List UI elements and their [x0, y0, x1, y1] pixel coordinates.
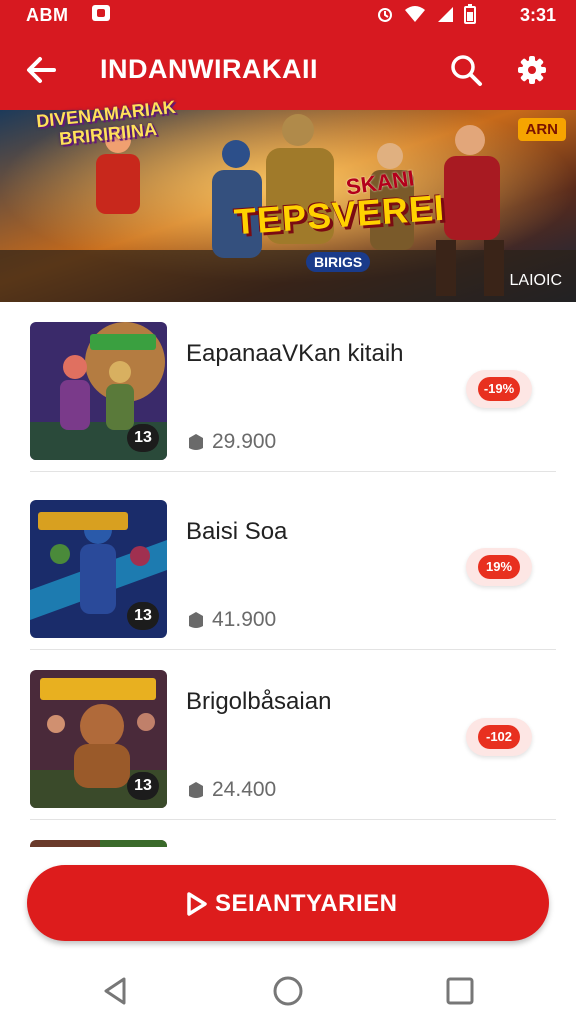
price-value: 41.900: [212, 608, 277, 631]
gear-icon: [518, 56, 546, 84]
item-price: 41.900: [186, 608, 276, 632]
tag-icon: [189, 434, 203, 450]
status-bar: ABM 3:31: [0, 0, 576, 30]
list-item[interactable]: [0, 820, 576, 847]
discount-value: -19%: [478, 377, 520, 401]
item-price: 29.900: [186, 430, 276, 454]
wifi-icon: [405, 6, 425, 22]
nav-recents-button[interactable]: [442, 973, 478, 1009]
search-icon: [451, 55, 482, 86]
discount-value: 19%: [478, 555, 520, 579]
status-time: 3:31: [519, 5, 556, 25]
divider: [30, 471, 556, 472]
app-bar: INDANWIRAKAII: [0, 30, 576, 110]
item-title: EapanaaVKan kitaih: [186, 340, 404, 367]
price-value: 29.900: [212, 430, 277, 453]
game-thumbnail: 13: [30, 500, 167, 638]
list-item[interactable]: 13 EapanaaVKan kitaih 29.900 -19%: [0, 302, 576, 472]
item-title: Baisi Soa: [186, 518, 288, 545]
count-badge: 13: [127, 772, 159, 800]
list-item[interactable]: 13 Baisi Soa 41.900 19%: [0, 480, 576, 650]
game-thumbnail: 13: [30, 322, 167, 460]
status-icons: [376, 4, 476, 24]
notification-icon: [92, 5, 110, 21]
signal-icon: [438, 7, 453, 22]
list-item[interactable]: 13 Brigolbåsaian 24.400 -102: [0, 650, 576, 820]
primary-action-label: SEIANTYARIEN: [215, 890, 398, 917]
discount-badge[interactable]: -19%: [466, 370, 532, 408]
status-carrier: ABM: [26, 5, 69, 25]
nav-home-icon: [273, 976, 303, 1006]
banner-corner-text: LAIOIC: [509, 272, 562, 289]
nav-recents-icon: [446, 977, 474, 1005]
game-thumbnail: 13: [30, 670, 167, 808]
nav-home-button[interactable]: [270, 973, 306, 1009]
discount-badge[interactable]: 19%: [466, 548, 532, 586]
banner-tag: BIRIGS: [306, 252, 371, 272]
game-list[interactable]: 13 EapanaaVKan kitaih 29.900 -19% 13 Bai…: [0, 302, 576, 847]
discount-badge[interactable]: -102: [466, 718, 532, 756]
tag-icon: [189, 612, 203, 628]
discount-value: -102: [478, 725, 520, 749]
page-title: INDANWIRAKAII: [100, 54, 318, 84]
system-nav-bar: [0, 957, 576, 1024]
battery-icon: [464, 4, 476, 24]
price-value: 24.400: [212, 778, 277, 801]
nav-back-icon: [104, 977, 126, 1005]
banner-badge: ARN: [517, 118, 566, 141]
tag-icon: [189, 782, 203, 798]
count-badge: 13: [127, 424, 159, 452]
count-badge: 13: [127, 602, 159, 630]
item-price: 24.400: [186, 778, 276, 802]
item-title: Brigolbåsaian: [186, 688, 332, 715]
back-arrow-icon: [27, 57, 56, 83]
alarm-icon: [378, 8, 392, 22]
search-button[interactable]: [446, 50, 486, 90]
nav-back-button[interactable]: [98, 973, 134, 1009]
cta-area: SEIANTYARIEN: [0, 847, 576, 957]
game-thumbnail: [30, 840, 167, 847]
play-icon: [187, 892, 207, 916]
back-button[interactable]: [22, 50, 62, 90]
settings-button[interactable]: [512, 50, 552, 90]
primary-action-button[interactable]: SEIANTYARIEN: [27, 865, 549, 941]
